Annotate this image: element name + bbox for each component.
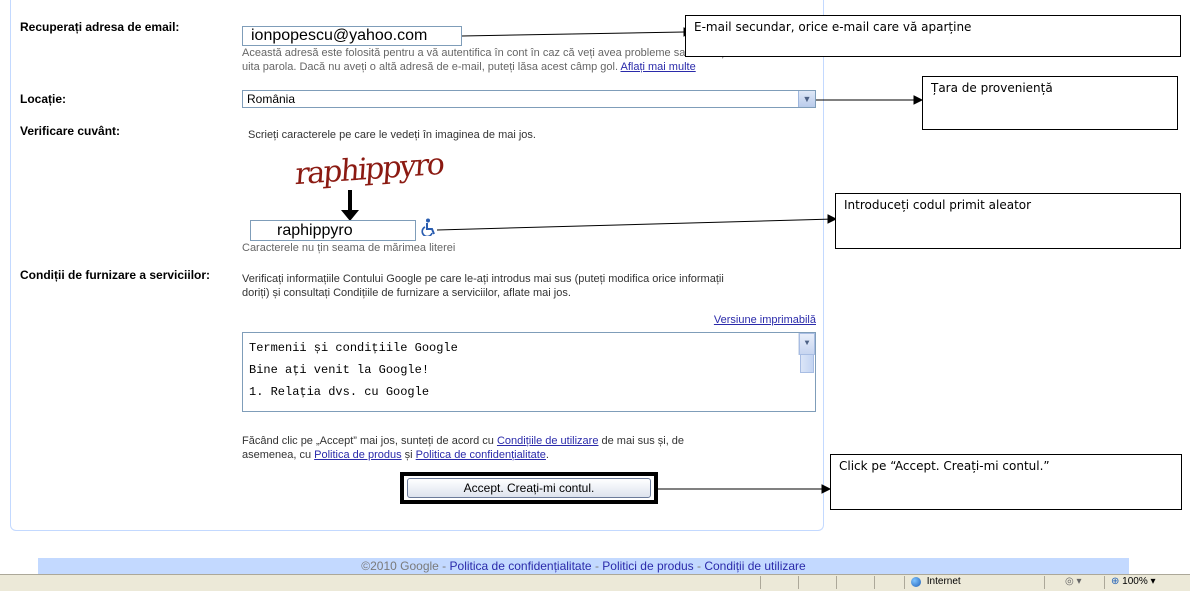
- browser-status-bar: Internet ◎ ▾ ⊕ 100% ▾: [0, 574, 1190, 591]
- arrow-email: [461, 27, 694, 37]
- callout-code: Introduceți codul primit aleator: [835, 193, 1181, 249]
- status-cell: [798, 576, 837, 589]
- zoom-icon: ⊕: [1111, 576, 1120, 587]
- zone-label: Internet: [926, 576, 961, 587]
- arrow-accept: [658, 484, 832, 494]
- footer-separator: -: [693, 559, 705, 573]
- protected-mode-icon[interactable]: ◎ ▾: [1065, 576, 1082, 587]
- status-cell: [760, 576, 799, 589]
- footer-copyright: ©2010 Google: [361, 559, 439, 573]
- status-cell: [836, 576, 875, 589]
- arrow-code: [436, 214, 838, 231]
- zoom-level: 100%: [1122, 576, 1148, 587]
- footer-separator: -: [438, 559, 450, 573]
- chevron-down-icon[interactable]: ▾: [1151, 576, 1156, 587]
- footer-terms-link[interactable]: Condiții de utilizare: [704, 559, 805, 573]
- footer-privacy-link[interactable]: Politica de confidențialitate: [450, 559, 592, 573]
- callout-email: E-mail secundar, orice e-mail care vă ap…: [685, 15, 1181, 57]
- footer-product-link[interactable]: Politici de produs: [602, 559, 693, 573]
- callout-accept: Click pe “Accept. Creați-mi contul.”: [830, 454, 1182, 510]
- status-cell: [874, 576, 905, 589]
- status-zone: Internet: [904, 576, 1045, 589]
- zoom-control[interactable]: ⊕ 100% ▾: [1104, 576, 1190, 589]
- status-cell: ◎ ▾: [1044, 576, 1105, 589]
- globe-icon: [911, 576, 921, 587]
- callout-country: Țara de proveniență: [922, 76, 1178, 130]
- footer-separator: -: [591, 559, 603, 573]
- arrow-country: [816, 95, 924, 105]
- page-footer: ©2010 Google - Politica de confidențiali…: [38, 558, 1129, 574]
